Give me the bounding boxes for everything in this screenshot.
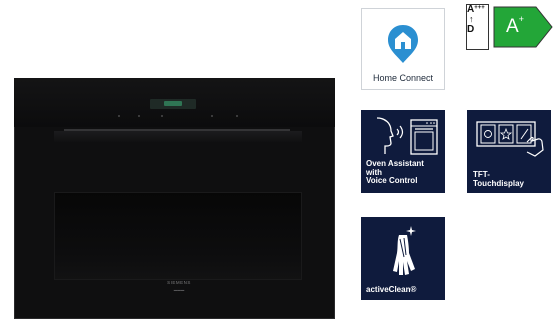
oven-display-glow: [164, 101, 182, 106]
oven-model-mark: ▬▬▬: [173, 288, 185, 292]
home-connect-icon: [388, 25, 418, 63]
label-line: Voice Control: [366, 176, 418, 185]
energy-class-sup: +: [518, 14, 524, 24]
energy-class: A+: [506, 14, 524, 38]
active-clean-label: activeClean®: [366, 285, 417, 294]
touch-sensor: [211, 115, 213, 117]
tft-label: TFT- Touchdisplay: [473, 170, 524, 188]
energy-efficiency-label: A+++ ↑ D A+: [466, 4, 554, 50]
scale-top-sup: +++: [474, 5, 485, 11]
touch-sensor: [118, 115, 120, 117]
active-clean-icon: [393, 226, 416, 275]
oven-assistant-label: Oven Assistant with Voice Control: [366, 159, 424, 186]
touch-sensor: [236, 115, 238, 117]
scale-bottom-class: D: [467, 24, 475, 35]
voice-control-icon: [376, 117, 438, 155]
home-connect-tile: Home Connect: [361, 8, 445, 90]
energy-class-letter: A: [506, 16, 519, 37]
oven-product-image: SIEMENS ▬▬▬: [14, 78, 335, 319]
oven-handle-shadow: [54, 131, 302, 143]
scale-arrow-icon: ↑: [469, 14, 474, 24]
active-clean-tile: activeClean®: [361, 217, 445, 300]
touch-sensor: [138, 115, 140, 117]
oven-assistant-tile: Oven Assistant with Voice Control: [361, 110, 445, 193]
touchdisplay-icon: [476, 121, 544, 157]
oven-door-window: [54, 192, 302, 280]
oven-brand-logo: SIEMENS: [167, 280, 191, 285]
touch-sensor: [161, 115, 163, 117]
label-line: Touchdisplay: [473, 178, 524, 188]
home-connect-label: Home Connect: [372, 73, 434, 83]
energy-scale: A+++ ↑ D: [467, 4, 489, 35]
tft-touchdisplay-tile: TFT- Touchdisplay: [467, 110, 551, 193]
